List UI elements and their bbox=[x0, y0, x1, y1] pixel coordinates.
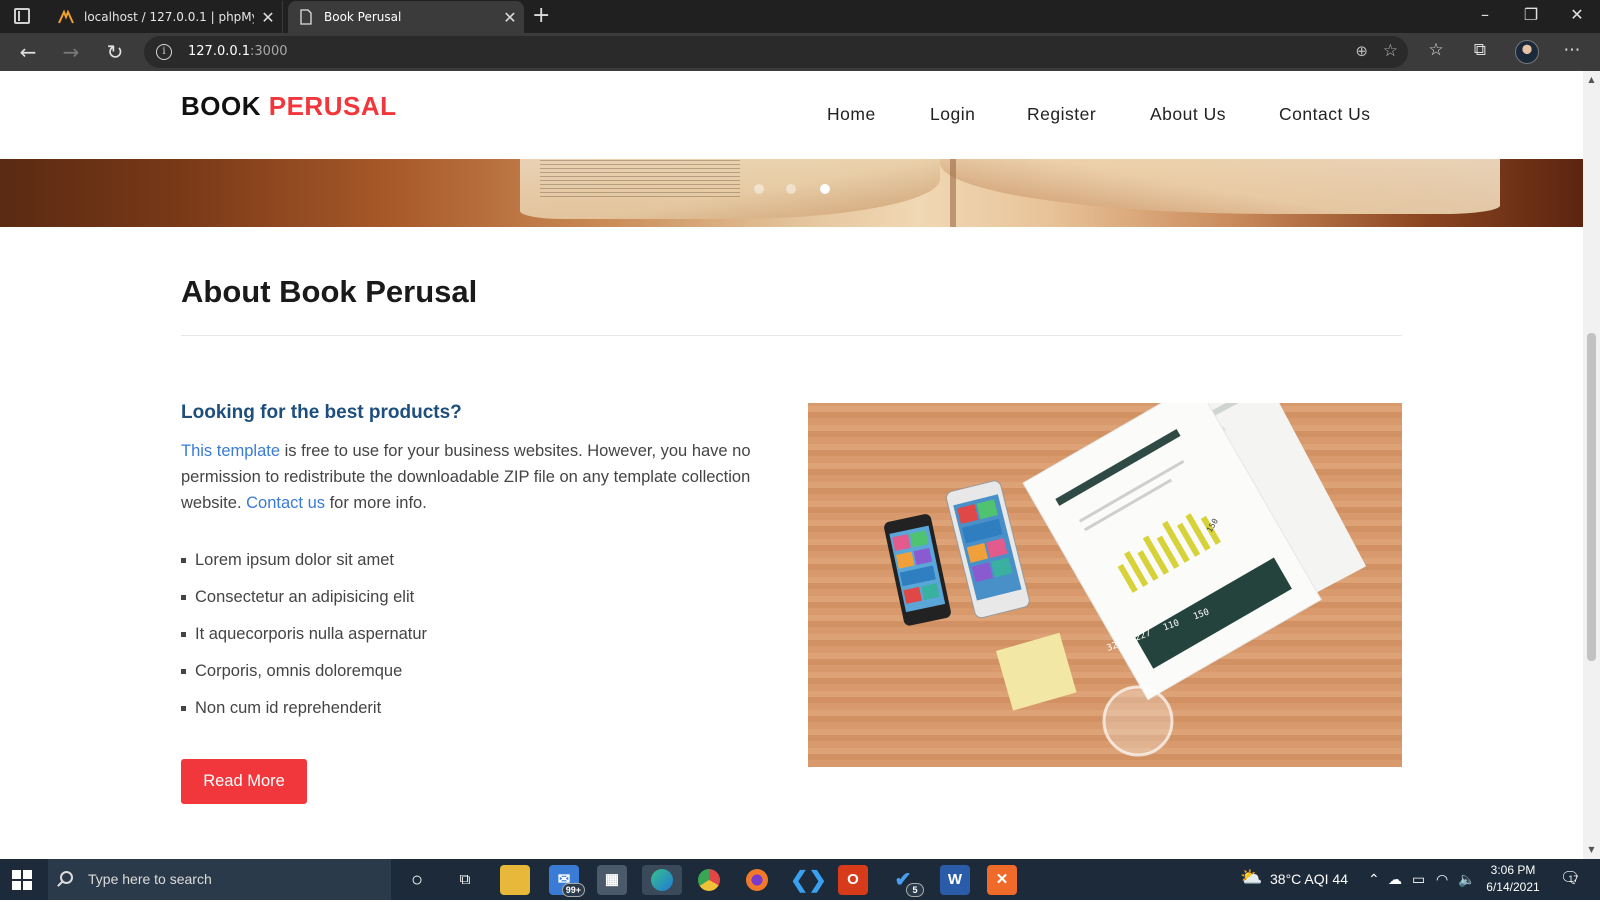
todo-badge: 5 bbox=[906, 883, 924, 897]
carousel-dot-1[interactable] bbox=[754, 184, 764, 194]
site-info-icon[interactable]: i bbox=[156, 44, 172, 60]
forward-icon[interactable]: → bbox=[56, 38, 86, 66]
carousel-dot-2[interactable] bbox=[786, 184, 796, 194]
nav-register[interactable]: Register bbox=[1027, 104, 1096, 125]
nav-contact-us[interactable]: Contact Us bbox=[1279, 104, 1371, 125]
site-logo[interactable]: BOOK PERUSAL bbox=[181, 91, 396, 122]
clock-time: 3:06 PM bbox=[1490, 863, 1536, 877]
vscode-icon[interactable]: ❮❯ bbox=[790, 865, 827, 895]
wifi-icon[interactable]: ◠ bbox=[1436, 871, 1448, 888]
divider bbox=[181, 335, 1402, 336]
about-paragraph: This template is free to use for your bu… bbox=[181, 442, 751, 512]
profile-avatar[interactable] bbox=[1515, 40, 1539, 64]
new-tab-button[interactable]: + bbox=[532, 3, 550, 28]
tab-title: localhost / 127.0.0.1 | phpMyAdmin bbox=[84, 10, 254, 24]
todo-icon[interactable]: ✔ 5 bbox=[888, 865, 924, 897]
more-menu-icon[interactable]: ⋯ bbox=[1560, 40, 1584, 60]
tab-book-perusal[interactable]: Book Perusal ✕ bbox=[288, 1, 524, 33]
list-item: Non cum id reprehenderit bbox=[181, 690, 427, 727]
about-subheading: Looking for the best products? bbox=[181, 402, 462, 423]
tab-actions-icon[interactable] bbox=[14, 8, 30, 24]
refresh-icon[interactable]: ↻ bbox=[100, 38, 130, 66]
list-item: It aquecorporis nulla aspernatur bbox=[181, 616, 427, 653]
feature-list: Lorem ipsum dolor sit amet Consectetur a… bbox=[181, 542, 427, 727]
show-hidden-icons[interactable]: ⌃ bbox=[1368, 871, 1380, 888]
read-more-button[interactable]: Read More bbox=[181, 759, 307, 804]
mail-icon[interactable]: ✉ 99+ bbox=[549, 865, 585, 897]
clock-date: 6/14/2021 bbox=[1486, 880, 1540, 894]
back-icon[interactable]: ← bbox=[13, 38, 43, 66]
nav-home[interactable]: Home bbox=[827, 104, 876, 125]
zoom-icon[interactable]: ⊕ bbox=[1355, 42, 1368, 60]
file-explorer-icon[interactable] bbox=[500, 865, 530, 895]
template-link[interactable]: This template bbox=[181, 442, 280, 460]
scroll-down-icon[interactable]: ▼ bbox=[1583, 843, 1600, 857]
word-icon[interactable]: W bbox=[940, 865, 970, 895]
notification-count: 17 bbox=[1568, 874, 1579, 884]
favorites-icon[interactable]: ☆ bbox=[1424, 40, 1448, 60]
browser-toolbar: ← → ↻ i 127.0.0.1:3000 ⊕ ☆ bbox=[0, 33, 1600, 71]
xampp-icon[interactable]: ✕ bbox=[987, 865, 1017, 895]
list-item: Lorem ipsum dolor sit amet bbox=[181, 542, 427, 579]
volume-icon[interactable]: 🔈 bbox=[1458, 871, 1475, 888]
list-item: Corporis, omnis doloremque bbox=[181, 653, 427, 690]
contact-us-link[interactable]: Contact us bbox=[246, 494, 325, 512]
brand-main: BOOK bbox=[181, 91, 261, 121]
chrome-icon[interactable] bbox=[694, 865, 724, 895]
search-icon bbox=[60, 871, 73, 884]
address-bar[interactable]: i 127.0.0.1:3000 ⊕ ☆ bbox=[144, 36, 1408, 68]
minimize-icon[interactable]: – bbox=[1462, 5, 1508, 24]
url-text[interactable]: 127.0.0.1:3000 bbox=[188, 44, 288, 59]
page-scrollbar[interactable]: ▲ ▼ bbox=[1583, 71, 1600, 859]
notification-icon[interactable]: 🗨17 bbox=[1560, 868, 1590, 888]
edge-icon[interactable] bbox=[642, 865, 682, 895]
scroll-up-icon[interactable]: ▲ bbox=[1583, 73, 1600, 87]
hero-carousel bbox=[0, 159, 1583, 227]
nav-login[interactable]: Login bbox=[930, 104, 975, 125]
nav-about-us[interactable]: About Us bbox=[1150, 104, 1226, 125]
collections-icon[interactable]: ⧉ bbox=[1468, 40, 1492, 60]
tab-phpmyadmin[interactable]: localhost / 127.0.0.1 | phpMyAdmin ✕ bbox=[48, 1, 283, 33]
cortana-icon[interactable]: ○ bbox=[402, 865, 432, 895]
taskbar-search[interactable]: Type here to search bbox=[48, 859, 391, 900]
weather-icon[interactable]: ⛅ bbox=[1240, 867, 1262, 888]
carousel-dot-3[interactable] bbox=[820, 184, 830, 194]
search-placeholder: Type here to search bbox=[88, 871, 212, 887]
firefox-icon[interactable] bbox=[742, 865, 772, 895]
windows-start-icon[interactable] bbox=[12, 870, 32, 890]
add-favorite-icon[interactable]: ☆ bbox=[1383, 41, 1398, 61]
office-icon[interactable]: O bbox=[838, 865, 868, 895]
clock[interactable]: 3:06 PM 6/14/2021 bbox=[1478, 862, 1548, 896]
close-tab-icon[interactable]: ✕ bbox=[254, 8, 282, 27]
store-icon[interactable]: ▦ bbox=[597, 865, 627, 895]
scroll-thumb[interactable] bbox=[1587, 333, 1596, 661]
brand-accent: PERUSAL bbox=[268, 91, 397, 121]
task-view-icon[interactable]: ⧉ bbox=[450, 865, 480, 895]
onedrive-icon[interactable]: ☁ bbox=[1388, 871, 1402, 888]
about-image: 32 227 110 150 150 bbox=[808, 403, 1402, 767]
close-tab-icon[interactable]: ✕ bbox=[496, 8, 524, 27]
list-item: Consectetur an adipisicing elit bbox=[181, 579, 427, 616]
browser-tab-strip: localhost / 127.0.0.1 | phpMyAdmin ✕ Boo… bbox=[0, 0, 1600, 33]
tab-title: Book Perusal bbox=[324, 10, 402, 24]
windows-taskbar: Type here to search ○ ⧉ ✉ 99+ ▦ ❮❯ O ✔ 5 W… bbox=[0, 859, 1600, 900]
phpmyadmin-icon bbox=[58, 9, 74, 24]
battery-icon[interactable]: ▭ bbox=[1412, 871, 1425, 888]
close-window-icon[interactable]: ✕ bbox=[1554, 5, 1600, 24]
restore-icon[interactable]: ❐ bbox=[1508, 5, 1554, 24]
page-viewport: BOOK PERUSAL Home Login Register About U… bbox=[0, 71, 1583, 859]
page-icon bbox=[300, 9, 312, 25]
section-title: About Book Perusal bbox=[181, 274, 478, 309]
weather-text[interactable]: 38°C AQI 44 bbox=[1270, 871, 1348, 887]
mail-badge: 99+ bbox=[561, 883, 585, 897]
